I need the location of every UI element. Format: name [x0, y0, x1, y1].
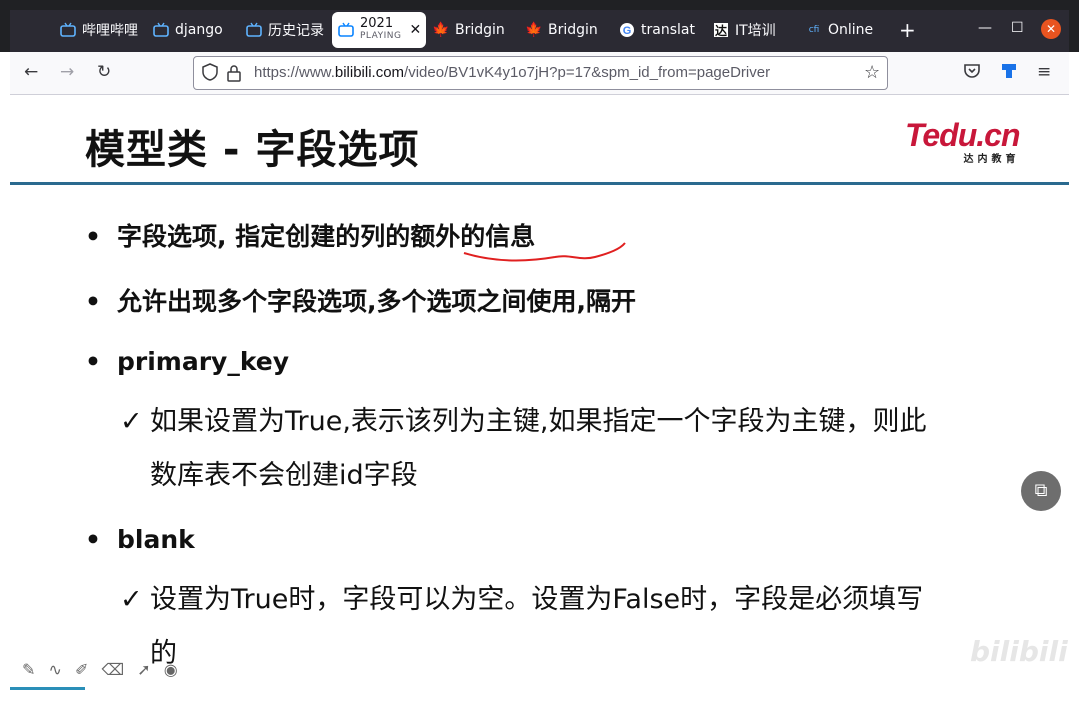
- bilibili-watermark: bilibili: [970, 635, 1068, 668]
- reload-icon[interactable]: ↻: [97, 62, 111, 82]
- pen-icon[interactable]: ✎: [22, 660, 35, 679]
- tab-django[interactable]: django: [153, 12, 233, 48]
- forward-arrow-icon[interactable]: →: [60, 62, 74, 82]
- highlighter-icon[interactable]: ✐: [75, 660, 88, 679]
- da-icon: 达: [713, 22, 729, 38]
- svg-text:G: G: [623, 25, 632, 37]
- tab-title-stack: 2021 PLAYING: [360, 16, 402, 42]
- video-progress-bar[interactable]: [10, 687, 85, 690]
- bullet-dot: •: [85, 347, 101, 376]
- tab-translate[interactable]: G translat: [619, 12, 699, 48]
- cfi-icon: cfi: [808, 25, 820, 35]
- record-icon[interactable]: ◉: [164, 660, 178, 679]
- tab-label: 历史记录: [268, 23, 324, 39]
- minimize-icon[interactable]: —: [978, 20, 992, 36]
- bilibili-tv-icon: [246, 22, 262, 38]
- tab-playing[interactable]: 2021 PLAYING ✕: [332, 12, 426, 48]
- primary-key-detail: ✓ 如果设置为True,表示该列为主键,如果指定一个字段为主键，则此 数库表不会创…: [120, 395, 927, 503]
- navigation-toolbar: ← → ↻ https://www.bilibili.com/video/BV1…: [10, 52, 1069, 95]
- check-icon: ✓: [120, 406, 143, 437]
- google-icon: G: [619, 22, 635, 38]
- detail-line: 数库表不会创建id字段: [150, 460, 418, 491]
- maple-leaf-icon: 🍁: [433, 22, 450, 38]
- tedu-logo: Tedu.cn 达内教育: [905, 117, 1020, 165]
- browser-tab-bar: 哔哩哔哩 django 历史记录 2021 PLAYING ✕ 🍁 Bridgi…: [0, 0, 1079, 52]
- tab-label: 2021: [360, 16, 394, 31]
- extension-icon[interactable]: [1000, 62, 1018, 85]
- bookmark-star-icon[interactable]: ☆: [864, 62, 880, 83]
- bilibili-tv-icon: [60, 22, 76, 38]
- bullet-text: primary_key: [117, 347, 290, 376]
- bullet-text: 允许出现多个字段选项,多个选项之间使用,隔开: [117, 287, 636, 316]
- blank-detail: ✓ 设置为True时，字段可以为空。设置为False时，字段是必须填写 的: [120, 573, 923, 681]
- url-bar[interactable]: https://www.bilibili.com/video/BV1vK4y1o…: [193, 56, 888, 90]
- tab-online[interactable]: cfi Online: [806, 12, 886, 48]
- url-text[interactable]: https://www.bilibili.com/video/BV1vK4y1o…: [254, 64, 770, 81]
- bullet-item: • blank: [85, 525, 195, 554]
- check-icon: ✓: [120, 584, 143, 615]
- tab-it-training[interactable]: 达 IT培训: [713, 12, 793, 48]
- url-prefix: https://www.: [254, 64, 335, 81]
- maple-leaf-icon: 🍁: [526, 22, 543, 38]
- menu-icon[interactable]: ≡: [1037, 62, 1051, 82]
- bullet-dot: •: [85, 222, 101, 251]
- close-window-icon[interactable]: ✕: [1041, 19, 1061, 39]
- bullet-dot: •: [85, 525, 101, 554]
- new-tab-button[interactable]: +: [899, 18, 916, 42]
- back-arrow-icon[interactable]: ←: [24, 62, 38, 82]
- title-divider: [10, 182, 1069, 185]
- tab-playing-label: PLAYING: [360, 31, 402, 41]
- svg-text:达: 达: [715, 23, 727, 38]
- tab-history[interactable]: 历史记录: [246, 12, 326, 48]
- tab-bilibili[interactable]: 哔哩哔哩: [60, 12, 140, 48]
- detail-line: 设置为True时，字段可以为空。设置为False时，字段是必须填写: [150, 584, 924, 615]
- annotation-underline: [463, 242, 626, 262]
- picture-in-picture-icon[interactable]: ⧉: [1021, 471, 1061, 511]
- bullet-item: • 允许出现多个字段选项,多个选项之间使用,隔开: [85, 282, 636, 318]
- tab-label: IT培训: [735, 23, 776, 39]
- logo-main-text: Tedu.cn: [905, 117, 1020, 153]
- annotation-toolbar: ✎ ∿ ✐ ⌫ ➚ ◉: [22, 660, 186, 679]
- detail-line: 如果设置为True,表示该列为主键,如果指定一个字段为主键，则此: [150, 406, 927, 437]
- curve-icon[interactable]: ∿: [49, 660, 62, 679]
- lock-icon[interactable]: [226, 64, 242, 86]
- tab-label: Bridgin: [548, 22, 598, 38]
- eraser-icon[interactable]: ⌫: [102, 660, 125, 679]
- video-slide[interactable]: 模型类 - 字段选项 Tedu.cn 达内教育 • 字段选项, 指定创建的列的额外…: [10, 95, 1069, 690]
- bilibili-tv-icon: [338, 22, 354, 38]
- tab-label: 哔哩哔哩: [82, 23, 138, 39]
- pointer-icon[interactable]: ➚: [137, 660, 150, 679]
- bullet-dot: •: [85, 287, 101, 316]
- url-domain: bilibili.com: [334, 64, 405, 81]
- tab-bridging-2[interactable]: 🍁 Bridgin: [526, 12, 606, 48]
- tab-label: Online: [828, 22, 874, 38]
- bilibili-tv-icon: [153, 22, 169, 38]
- close-tab-icon[interactable]: ✕: [409, 22, 421, 38]
- url-path: /video/BV1vK4y1o7jH?p=17&spm_id_from=pag…: [404, 64, 771, 81]
- slide-title: 模型类 - 字段选项: [85, 127, 420, 173]
- maximize-icon[interactable]: ☐: [1011, 20, 1024, 36]
- bullet-item: • primary_key: [85, 347, 289, 376]
- tab-bridging-1[interactable]: 🍁 Bridgin: [433, 12, 513, 48]
- tab-label: Bridgin: [455, 22, 505, 38]
- bullet-text: blank: [117, 525, 195, 554]
- pocket-icon[interactable]: [963, 62, 981, 85]
- shield-icon[interactable]: [202, 63, 218, 85]
- tab-label: translat: [641, 22, 695, 38]
- tab-label: django: [175, 22, 223, 38]
